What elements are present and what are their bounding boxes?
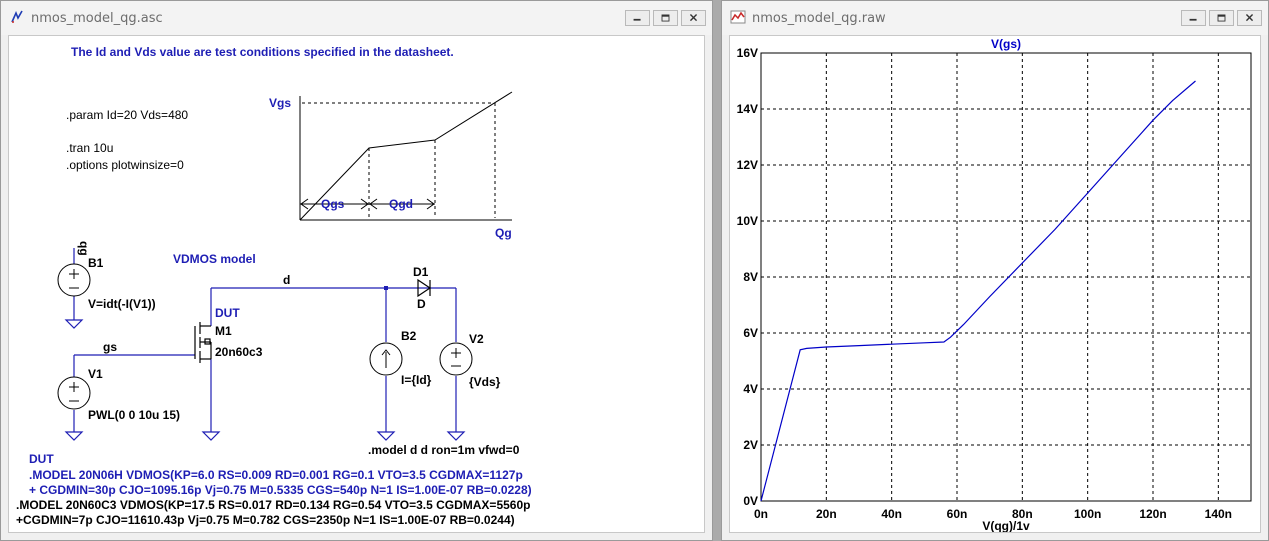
y-tick-label: 12V (737, 158, 758, 172)
model-20n06h-line2[interactable]: + CGDMIN=30p CJO=1095.16p Vj=0.75 M=0.53… (29, 483, 532, 497)
ltspice-schematic-icon (11, 10, 23, 23)
y-tick-label: 10V (737, 214, 758, 228)
x-tick-label: 60n (947, 507, 968, 521)
options-directive[interactable]: .options plotwinsize=0 (66, 158, 184, 172)
waveform-titlebar[interactable]: nmos_model_qg.raw (722, 1, 1268, 35)
y-tick-label: 2V (743, 438, 758, 452)
schematic-canvas[interactable]: The Id and Vds value are test conditions… (8, 35, 705, 533)
waveform-canvas[interactable]: V(gs) 0n 20n 40n 60n 80n 100n 120n 140n 0V 2V 4V 6V… (729, 35, 1261, 533)
m1-model[interactable]: 20n60c3 (215, 345, 263, 359)
v1-value[interactable]: PWL(0 0 10u 15) (88, 408, 180, 422)
y-tick-label: 4V (743, 382, 758, 396)
close-icon (689, 14, 698, 22)
maximize-button[interactable] (1209, 10, 1234, 26)
model-20n60c3-line2[interactable]: +CGDMIN=7p CJO=11610.43p Vj=0.75 M=0.782… (16, 513, 515, 527)
v1-source-symbol[interactable] (57, 376, 91, 410)
wires[interactable] (73, 248, 457, 432)
model-20n06h-line1[interactable]: .MODEL 20N06H VDMOS(KP=6.0 RS=0.009 RD=0… (29, 468, 523, 482)
model-d-directive[interactable]: .model d d ron=1m vfwd=0 (368, 443, 520, 457)
m1-mosfet-symbol[interactable] (194, 322, 212, 363)
schematic-titlebar[interactable]: nmos_model_qg.asc (1, 1, 712, 35)
header-note: The Id and Vds value are test conditions… (71, 45, 454, 59)
y-tick-label: 16V (737, 46, 758, 60)
dut-label[interactable]: DUT (215, 306, 240, 320)
d1-name[interactable]: D1 (413, 265, 429, 279)
y-tick-label: 6V (743, 326, 758, 340)
plot-title[interactable]: V(gs) (991, 37, 1021, 51)
net-d-label[interactable]: d (283, 273, 290, 287)
v2-value[interactable]: {Vds} (469, 375, 501, 389)
gate-charge-plot[interactable]: V(gs) 0n 20n 40n 60n 80n 100n 120n 140n0V2V4V6V… (730, 36, 1261, 533)
m1-name[interactable]: M1 (215, 324, 232, 338)
maximize-icon (661, 14, 670, 22)
x-tick-label: 40n (881, 507, 902, 521)
diagram-qgs-label: Qgs (321, 197, 345, 211)
maximize-button[interactable] (653, 10, 678, 26)
b1-name[interactable]: B1 (88, 256, 104, 270)
maximize-icon (1217, 14, 1226, 22)
dut-block-label: DUT (29, 452, 54, 466)
minimize-button[interactable] (1181, 10, 1206, 26)
net-gs-label[interactable]: gs (103, 340, 117, 354)
b1-source-symbol[interactable] (57, 263, 91, 297)
v2-source-symbol[interactable] (439, 342, 473, 376)
x-axis-label[interactable]: V(qg)/1v (982, 519, 1030, 533)
y-tick-label: 14V (737, 102, 758, 116)
schematic-window[interactable]: nmos_model_qg.asc The Id and Vds value a… (0, 0, 713, 541)
minimize-icon (633, 18, 641, 21)
diagram-qgd-label: Qgd (389, 197, 413, 211)
close-icon (1245, 14, 1254, 22)
b2-current-source-symbol[interactable] (369, 342, 403, 376)
v2-name[interactable]: V2 (469, 332, 484, 346)
b2-name[interactable]: B2 (401, 329, 417, 343)
b1-value[interactable]: V=idt(-I(V1)) (88, 297, 156, 311)
x-tick-label: 140n (1205, 507, 1232, 521)
param-directive[interactable]: .param Id=20 Vds=480 (66, 108, 188, 122)
diagram-vgs-label: Vgs (269, 96, 291, 110)
close-button[interactable] (681, 10, 706, 26)
minimize-button[interactable] (625, 10, 650, 26)
x-tick-label: 120n (1139, 507, 1166, 521)
model-20n60c3-line1[interactable]: .MODEL 20N60C3 VDMOS(KP=17.5 RS=0.017 RD… (16, 498, 530, 512)
tick-layer: 0n 20n 40n 60n 80n 100n 120n 140n0V2V4V6V8V10V1… (737, 46, 1232, 521)
window-title: nmos_model_qg.raw (752, 11, 886, 26)
window-title: nmos_model_qg.asc (31, 11, 163, 26)
waveform-window[interactable]: nmos_model_qg.raw V(gs) 0n 20n 40n 60n 80n 10… (721, 0, 1269, 541)
y-tick-label: 0V (743, 494, 758, 508)
x-tick-label: 100n (1074, 507, 1101, 521)
vdmos-model-label: VDMOS model (173, 252, 256, 266)
v1-name[interactable]: V1 (88, 367, 103, 381)
d1-model[interactable]: D (417, 297, 426, 311)
minimize-icon (1189, 18, 1197, 21)
tran-directive[interactable]: .tran 10u (66, 141, 113, 155)
diagram-qg-label: Qg (495, 226, 512, 240)
net-qg-label[interactable]: qg (77, 241, 91, 256)
close-button[interactable] (1237, 10, 1262, 26)
x-tick-label: 20n (816, 507, 837, 521)
b2-value[interactable]: I={Id} (401, 373, 432, 387)
junction-dot (384, 286, 388, 290)
grid-layer (761, 53, 1251, 501)
x-tick-label: 0n (754, 507, 768, 521)
y-tick-label: 8V (743, 270, 758, 284)
waveform-viewer-icon (730, 10, 746, 24)
